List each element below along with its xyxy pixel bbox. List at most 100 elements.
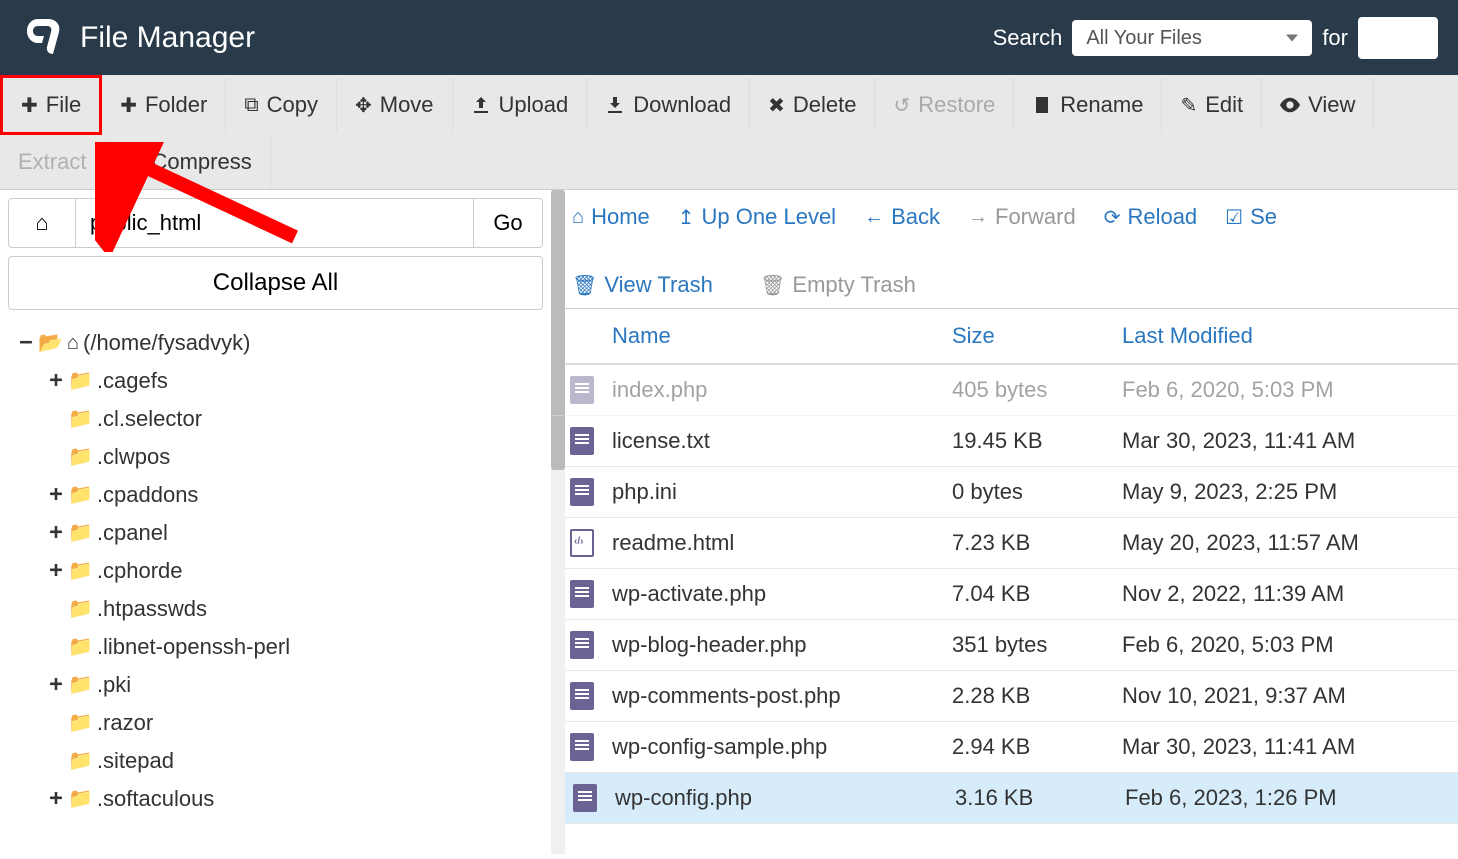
column-name[interactable]: Name	[612, 323, 952, 349]
rename-button[interactable]: Rename	[1014, 78, 1162, 132]
tree-item[interactable]: +📁.cpaddons	[48, 476, 533, 514]
compress-button[interactable]: Compress	[105, 135, 270, 189]
expand-icon[interactable]: +	[48, 362, 64, 400]
new-folder-button[interactable]: ✚ Folder	[102, 78, 226, 132]
file-size: 7.23 KB	[952, 530, 1122, 556]
tree-item-label: .libnet-openssh-perl	[97, 628, 290, 666]
file-size: 0 bytes	[952, 479, 1122, 505]
file-modified: Feb 6, 2020, 5:03 PM	[1122, 377, 1458, 403]
folder-icon: 📁	[68, 362, 93, 400]
tree-item-label: .cagefs	[97, 362, 168, 400]
upload-button[interactable]: Upload	[453, 78, 588, 132]
search-scope-select[interactable]: All Your Files	[1072, 20, 1312, 56]
expand-icon[interactable]: +	[48, 476, 64, 514]
expand-icon[interactable]: +	[48, 780, 64, 818]
folder-tree: − 📂 ⌂ (/home/fysadvyk) +📁.cagefs📁.cl.sel…	[8, 320, 543, 822]
delete-icon: ✖	[768, 93, 785, 118]
path-input[interactable]	[76, 198, 473, 248]
home-button[interactable]: ⌂	[8, 198, 76, 248]
app-title: File Manager	[80, 21, 255, 55]
search-input[interactable]	[1358, 17, 1438, 59]
delete-button[interactable]: ✖ Delete	[750, 78, 875, 132]
expand-icon[interactable]: +	[48, 514, 64, 552]
file-list: index.php405 bytesFeb 6, 2020, 5:03 PMli…	[552, 365, 1458, 824]
tree-item[interactable]: 📁.razor	[48, 704, 533, 742]
restore-button[interactable]: ↺ Restore	[875, 78, 1014, 132]
expand-icon[interactable]: +	[48, 666, 64, 704]
table-row[interactable]: wp-blog-header.php351 bytesFeb 6, 2020, …	[552, 620, 1458, 671]
file-icon	[570, 631, 594, 659]
folder-icon: 📁	[68, 438, 93, 476]
toolbar: ✚ File ✚ Folder ⧉ Copy ✥ Move Upload Dow…	[0, 75, 1458, 190]
empty-trash-link[interactable]: 🗑Empty Trash	[760, 272, 916, 298]
file-modified: May 9, 2023, 2:25 PM	[1122, 479, 1458, 505]
upload-icon	[471, 95, 491, 115]
table-row[interactable]: wp-comments-post.php2.28 KBNov 10, 2021,…	[552, 671, 1458, 722]
content-pane: ⌂Home ↥Up One Level ←Back →Forward ⟳Relo…	[552, 190, 1458, 854]
table-row[interactable]: wp-config.php3.16 KBFeb 6, 2023, 1:26 PM	[552, 773, 1458, 824]
tree-item[interactable]: 📁.libnet-openssh-perl	[48, 628, 533, 666]
tree-item[interactable]: +📁.pki	[48, 666, 533, 704]
copy-button[interactable]: ⧉ Copy	[226, 78, 337, 132]
scrollbar[interactable]	[551, 190, 565, 854]
table-row[interactable]: wp-config-sample.php2.94 KBMar 30, 2023,…	[552, 722, 1458, 773]
tree-item[interactable]: 📁.cl.selector	[48, 400, 533, 438]
move-button[interactable]: ✥ Move	[337, 78, 453, 132]
table-row[interactable]: wp-activate.php7.04 KBNov 2, 2022, 11:39…	[552, 569, 1458, 620]
file-icon	[573, 784, 597, 812]
up-level-link[interactable]: ↥Up One Level	[678, 204, 836, 230]
tree-item[interactable]: 📁.sitepad	[48, 742, 533, 780]
file-modified: Mar 30, 2023, 11:41 AM	[1122, 734, 1458, 760]
file-name: readme.html	[612, 530, 952, 556]
folder-open-icon: 📂	[38, 324, 63, 362]
tree-item[interactable]: +📁.cphorde	[48, 552, 533, 590]
file-size: 351 bytes	[952, 632, 1122, 658]
tree-item[interactable]: 📁.htpasswds	[48, 590, 533, 628]
forward-link[interactable]: →Forward	[968, 204, 1076, 230]
tree-item[interactable]: +📁.softaculous	[48, 780, 533, 818]
folder-icon: 📁	[68, 514, 93, 552]
folder-icon: 📁	[68, 666, 93, 704]
collapse-all-button[interactable]: Collapse All	[8, 256, 543, 310]
folder-icon: 📁	[68, 780, 93, 818]
compress-icon	[123, 152, 143, 172]
table-header: Name Size Last Modified	[552, 309, 1458, 365]
file-modified: Feb 6, 2023, 1:26 PM	[1125, 785, 1458, 811]
new-file-button[interactable]: ✚ File	[0, 75, 102, 135]
home-link[interactable]: ⌂Home	[572, 204, 650, 230]
file-name: wp-comments-post.php	[612, 683, 952, 709]
collapse-icon[interactable]: −	[18, 324, 34, 362]
edit-button[interactable]: ✎ Edit	[1162, 78, 1262, 132]
table-row[interactable]: index.php405 bytesFeb 6, 2020, 5:03 PM	[552, 365, 1458, 416]
table-row[interactable]: readme.html7.23 KBMay 20, 2023, 11:57 AM	[552, 518, 1458, 569]
for-label: for	[1322, 25, 1348, 51]
rename-icon	[1032, 95, 1052, 115]
tree-root[interactable]: − 📂 ⌂ (/home/fysadvyk)	[18, 324, 533, 362]
select-all-link[interactable]: ☑Se	[1225, 204, 1277, 230]
download-button[interactable]: Download	[587, 78, 750, 132]
tree-item-label: .cphorde	[97, 552, 183, 590]
file-name: php.ini	[612, 479, 952, 505]
view-button[interactable]: View	[1262, 78, 1374, 132]
tree-item[interactable]: +📁.cpanel	[48, 514, 533, 552]
table-row[interactable]: license.txt19.45 KBMar 30, 2023, 11:41 A…	[552, 416, 1458, 467]
move-icon: ✥	[355, 93, 372, 118]
folder-icon: 📁	[68, 628, 93, 666]
column-size[interactable]: Size	[952, 323, 1122, 349]
view-trash-link[interactable]: 🗑View Trash	[572, 272, 732, 298]
tree-item[interactable]: +📁.cagefs	[48, 362, 533, 400]
column-modified[interactable]: Last Modified	[1122, 323, 1458, 349]
reload-link[interactable]: ⟳Reload	[1104, 204, 1197, 230]
go-button[interactable]: Go	[473, 198, 543, 248]
back-arrow-icon: ←	[864, 206, 884, 229]
table-row[interactable]: php.ini0 bytesMay 9, 2023, 2:25 PM	[552, 467, 1458, 518]
tree-item[interactable]: 📁.clwpos	[48, 438, 533, 476]
tree-item-label: .cpaddons	[97, 476, 199, 514]
expand-icon[interactable]: +	[48, 552, 64, 590]
tree-item-label: .softaculous	[97, 780, 214, 818]
extract-button[interactable]: Extract	[0, 135, 105, 189]
back-link[interactable]: ←Back	[864, 204, 940, 230]
file-size: 3.16 KB	[955, 785, 1125, 811]
file-size: 2.28 KB	[952, 683, 1122, 709]
file-icon	[570, 427, 594, 455]
